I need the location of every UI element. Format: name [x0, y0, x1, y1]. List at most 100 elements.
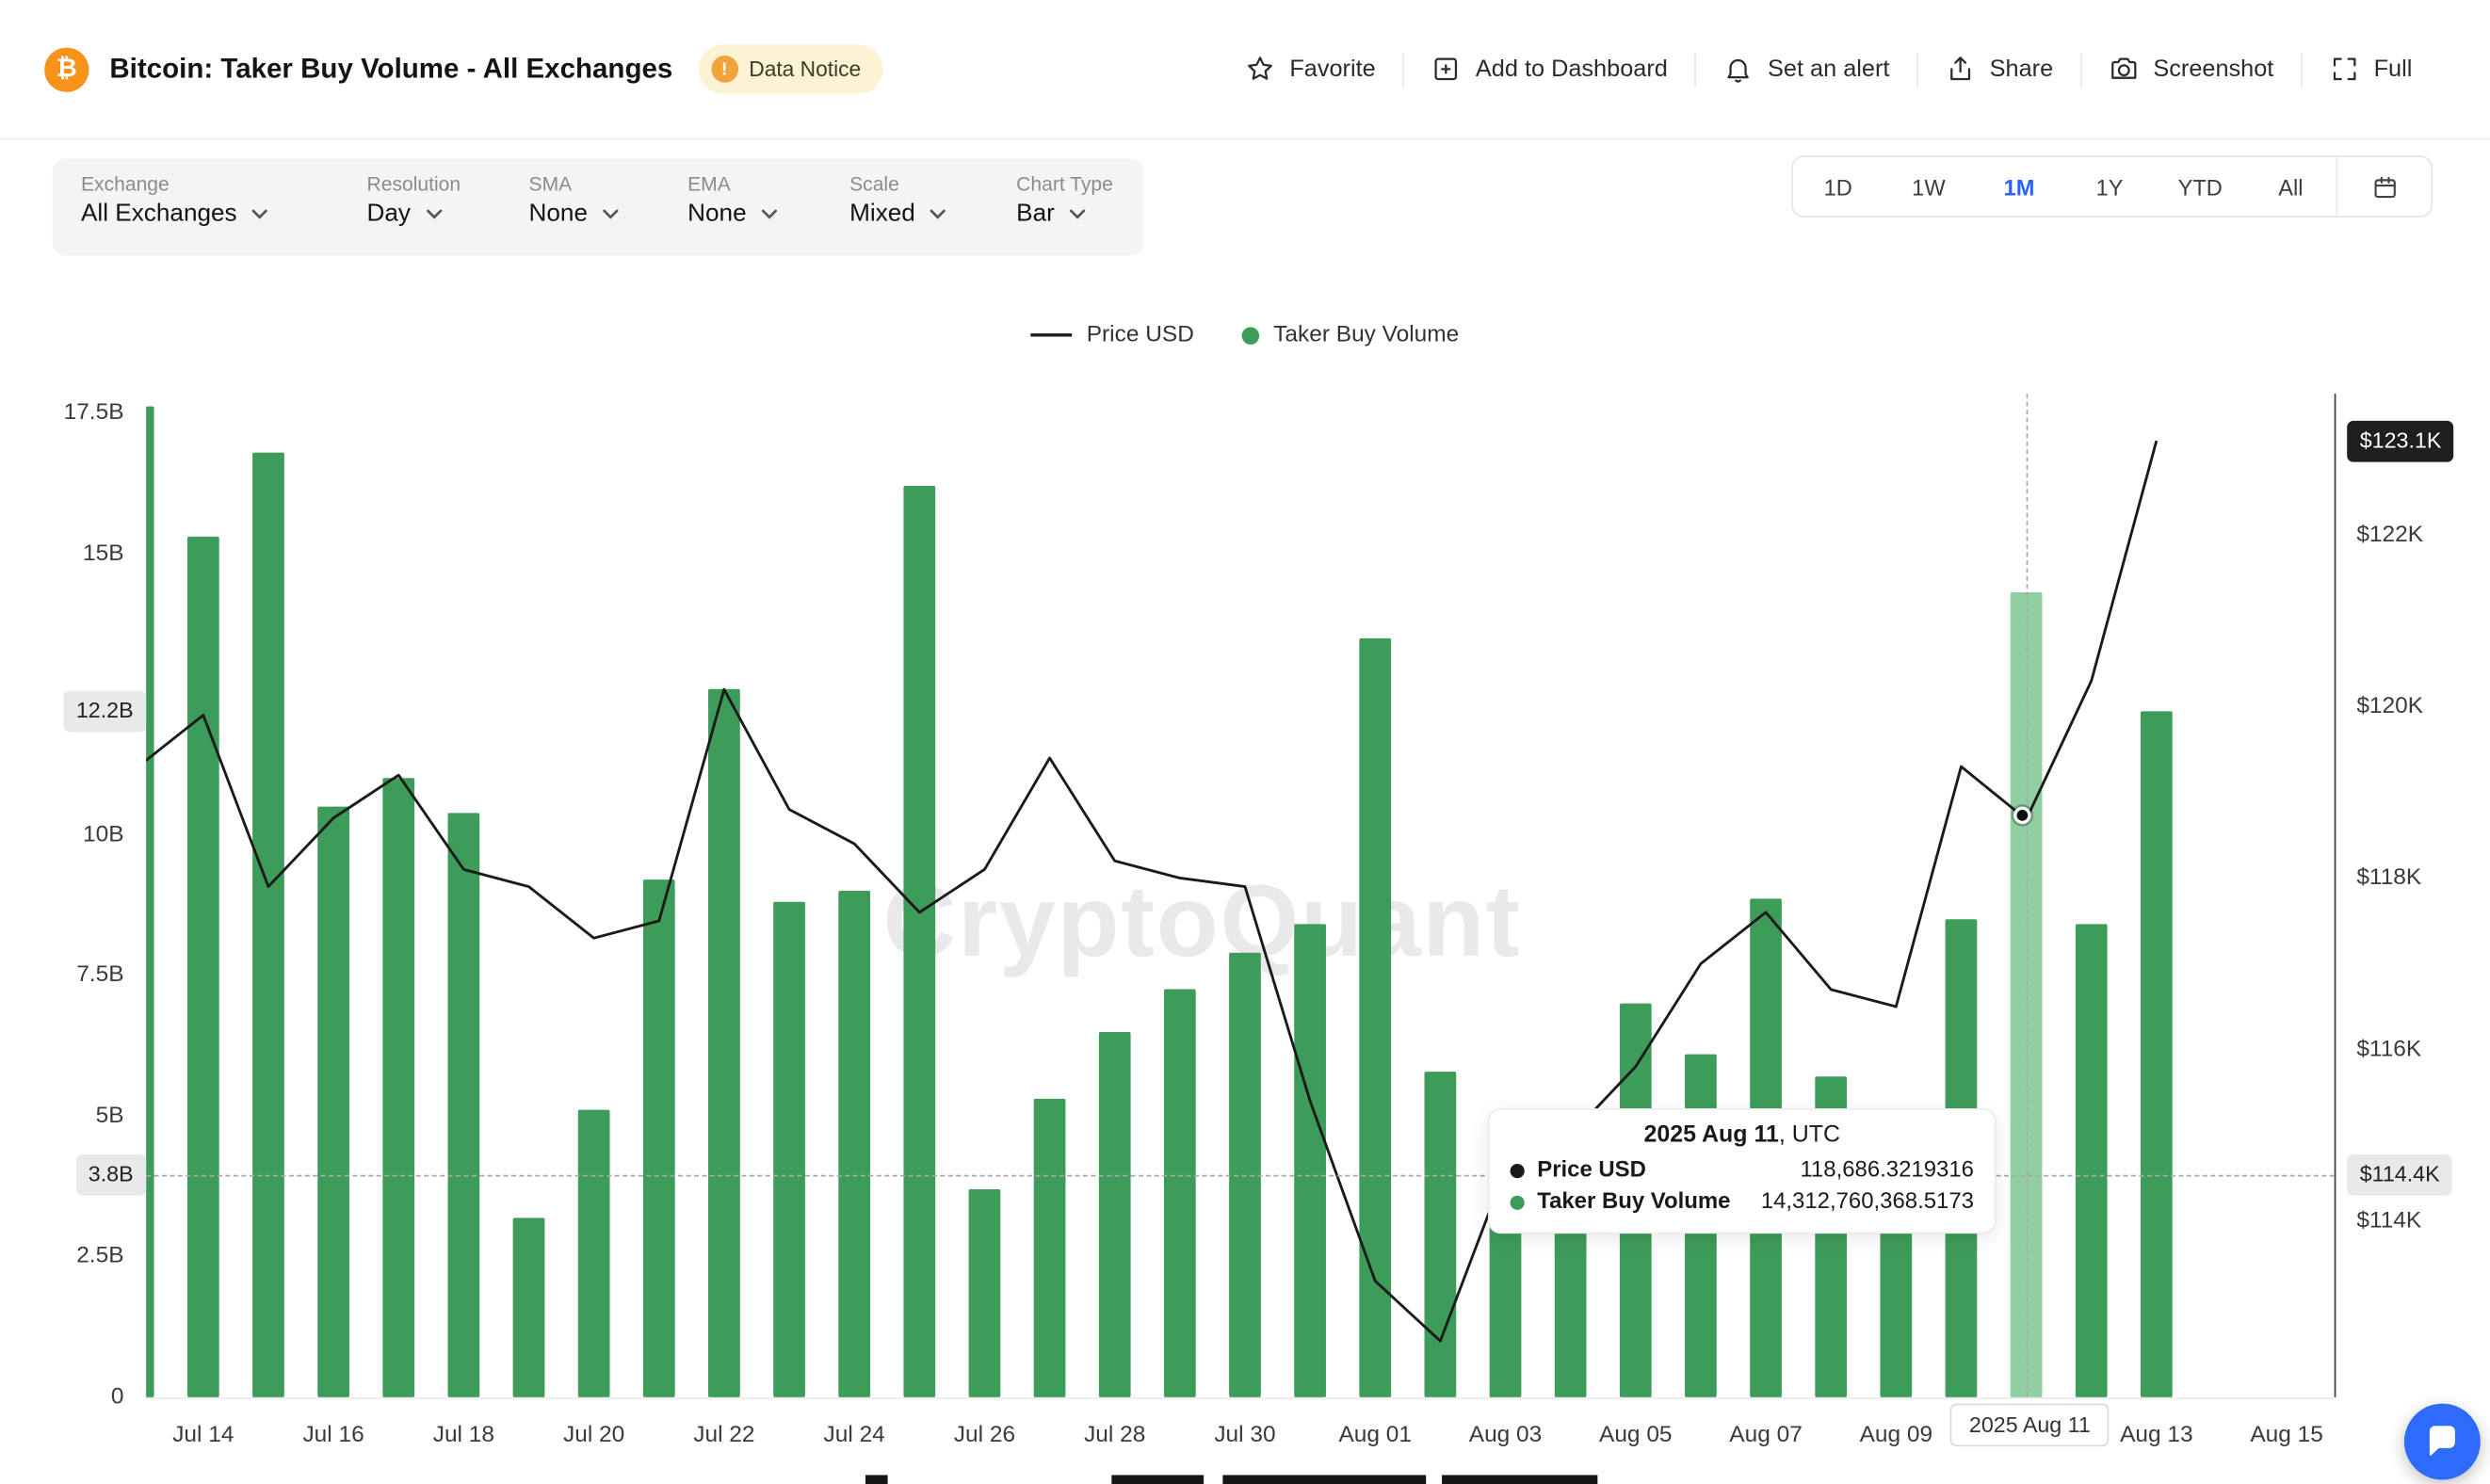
sma-label: SMA [529, 173, 659, 196]
volume-bar[interactable] [643, 879, 675, 1397]
x-axis-line [146, 1397, 2335, 1399]
volume-bar[interactable] [773, 902, 805, 1397]
volume-bar[interactable] [1750, 899, 1782, 1397]
exchange-select[interactable]: Exchange All Exchanges [53, 159, 339, 256]
volume-bar[interactable] [1490, 1144, 1522, 1397]
x-axis-tick: Jul 16 [270, 1423, 397, 1448]
volume-bar[interactable] [1815, 1076, 1847, 1397]
range-ytd[interactable]: YTD [2155, 174, 2245, 200]
chevron-down-icon [1069, 208, 1087, 220]
right-axis-tick: $114K [2356, 1205, 2421, 1237]
add-to-dashboard-label: Add to Dashboard [1476, 56, 1668, 83]
volume-bar[interactable] [1685, 1054, 1717, 1396]
chevron-down-icon [761, 208, 779, 220]
calendar-button[interactable] [2337, 172, 2431, 201]
x-axis-tick: Aug 13 [2093, 1423, 2220, 1448]
bitcoin-icon: ₿ [44, 47, 89, 91]
tooltip-price-row: Price USD 118,686.3219316 [1511, 1154, 1974, 1186]
right-axis-tick: $118K [2356, 863, 2421, 895]
scale-value: Mixed [849, 200, 915, 228]
fullscreen-button[interactable]: Full [2303, 54, 2439, 84]
add-to-dashboard-button[interactable]: Add to Dashboard [1404, 54, 1694, 84]
volume-bar[interactable] [1946, 919, 1978, 1397]
volume-bar[interactable] [1880, 1155, 1912, 1397]
chevron-down-icon [425, 208, 443, 220]
volume-bar[interactable] [2141, 711, 2173, 1397]
sma-select[interactable]: SMA None [500, 159, 659, 256]
volume-bar[interactable] [513, 1218, 545, 1397]
volume-bar[interactable] [903, 486, 935, 1397]
volume-bar[interactable] [1229, 953, 1261, 1397]
chart-tooltip: 2025 Aug 11, UTC Price USD 118,686.32193… [1488, 1108, 1997, 1234]
volume-bar[interactable] [1359, 637, 1391, 1397]
data-notice-badge[interactable]: ! Data Notice [698, 44, 883, 93]
clipped-content-strip [1442, 1475, 1597, 1484]
range-1y[interactable]: 1Y [2064, 174, 2155, 200]
tooltip-volume-value: 14,312,760,368.5173 [1761, 1186, 1974, 1218]
clipped-content-strip [1111, 1475, 1204, 1484]
volume-bar[interactable] [187, 537, 219, 1397]
volume-bar[interactable] [1294, 925, 1326, 1397]
favorite-button[interactable]: Favorite [1218, 54, 1402, 84]
left-axis-tick: 0 [0, 1381, 124, 1413]
chevron-down-icon [930, 208, 947, 220]
bell-icon [1723, 54, 1754, 84]
share-button[interactable]: Share [1918, 54, 2080, 84]
set-alert-button[interactable]: Set an alert [1696, 54, 1916, 84]
left-axis-tick: 5B [0, 1100, 124, 1132]
volume-bar[interactable] [2076, 925, 2108, 1397]
volume-bar[interactable] [1620, 1004, 1652, 1397]
x-axis-tick: Jul 22 [660, 1423, 787, 1448]
volume-bar[interactable] [969, 1189, 1001, 1397]
star-icon [1245, 54, 1275, 84]
volume-bar[interactable] [1555, 1116, 1587, 1397]
sma-value: None [529, 200, 588, 228]
chart-controls-bar: Exchange All Exchanges Resolution Day SM… [53, 159, 1143, 256]
exchange-label: Exchange [81, 173, 338, 196]
scale-select[interactable]: Scale Mixed [821, 159, 988, 256]
ema-select[interactable]: EMA None [659, 159, 821, 256]
set-alert-label: Set an alert [1768, 56, 1889, 83]
volume-bar[interactable] [1034, 1099, 1066, 1397]
legend-price-usd[interactable]: Price USD [1031, 322, 1194, 347]
volume-bar[interactable] [1099, 1032, 1131, 1397]
range-1m[interactable]: 1M [1974, 174, 2064, 200]
price-usd-line [146, 394, 2335, 1397]
header-actions: Favorite Add to Dashboard Set an alert [1218, 52, 2439, 87]
cryptoquant-watermark: CryptoQuant [883, 863, 1522, 980]
chevron-down-icon [602, 208, 620, 220]
volume-dot-icon [1511, 1195, 1525, 1209]
tooltip-volume-label: Taker Buy Volume [1537, 1186, 1730, 1218]
x-axis-tick: Aug 03 [1442, 1423, 1569, 1448]
volume-bar[interactable] [2011, 592, 2043, 1397]
chart-type-select[interactable]: Chart Type Bar [988, 159, 1143, 256]
left-axis-tick: 10B [0, 819, 124, 851]
volume-bar[interactable] [578, 1110, 610, 1397]
range-all[interactable]: All [2245, 174, 2336, 200]
share-icon [1945, 54, 1975, 84]
chart-plot[interactable] [146, 394, 2335, 1397]
volume-bar[interactable] [317, 807, 349, 1397]
legend-taker-buy-volume[interactable]: Taker Buy Volume [1241, 322, 1459, 347]
range-1d[interactable]: 1D [1793, 174, 1884, 200]
tooltip-volume-row: Taker Buy Volume 14,312,760,368.5173 [1511, 1186, 1974, 1218]
volume-bar[interactable] [382, 779, 414, 1397]
fullscreen-icon [2329, 54, 2359, 84]
time-range-selector: 1D 1W 1M 1Y YTD All [1791, 155, 2433, 218]
tooltip-date: 2025 Aug 11, UTC [1511, 1122, 1974, 1148]
scale-label: Scale [849, 173, 988, 196]
x-axis-tick: Jul 24 [791, 1423, 918, 1448]
volume-bar[interactable] [252, 452, 284, 1397]
cryptoquant-chart-page: ₿ Bitcoin: Taker Buy Volume - All Exchan… [0, 0, 2490, 1484]
screenshot-button[interactable]: Screenshot [2082, 54, 2302, 84]
range-1w[interactable]: 1W [1884, 174, 1974, 200]
volume-bar[interactable] [708, 688, 740, 1397]
volume-bar[interactable] [448, 813, 480, 1397]
volume-bar[interactable] [1164, 990, 1196, 1397]
volume-bar[interactable] [146, 407, 154, 1396]
volume-bar[interactable] [1425, 1071, 1457, 1396]
resolution-select[interactable]: Resolution Day [338, 159, 500, 256]
chat-widget-button[interactable] [2404, 1404, 2481, 1480]
volume-bar[interactable] [838, 891, 870, 1397]
left-axis-tick: 15B [0, 538, 124, 570]
